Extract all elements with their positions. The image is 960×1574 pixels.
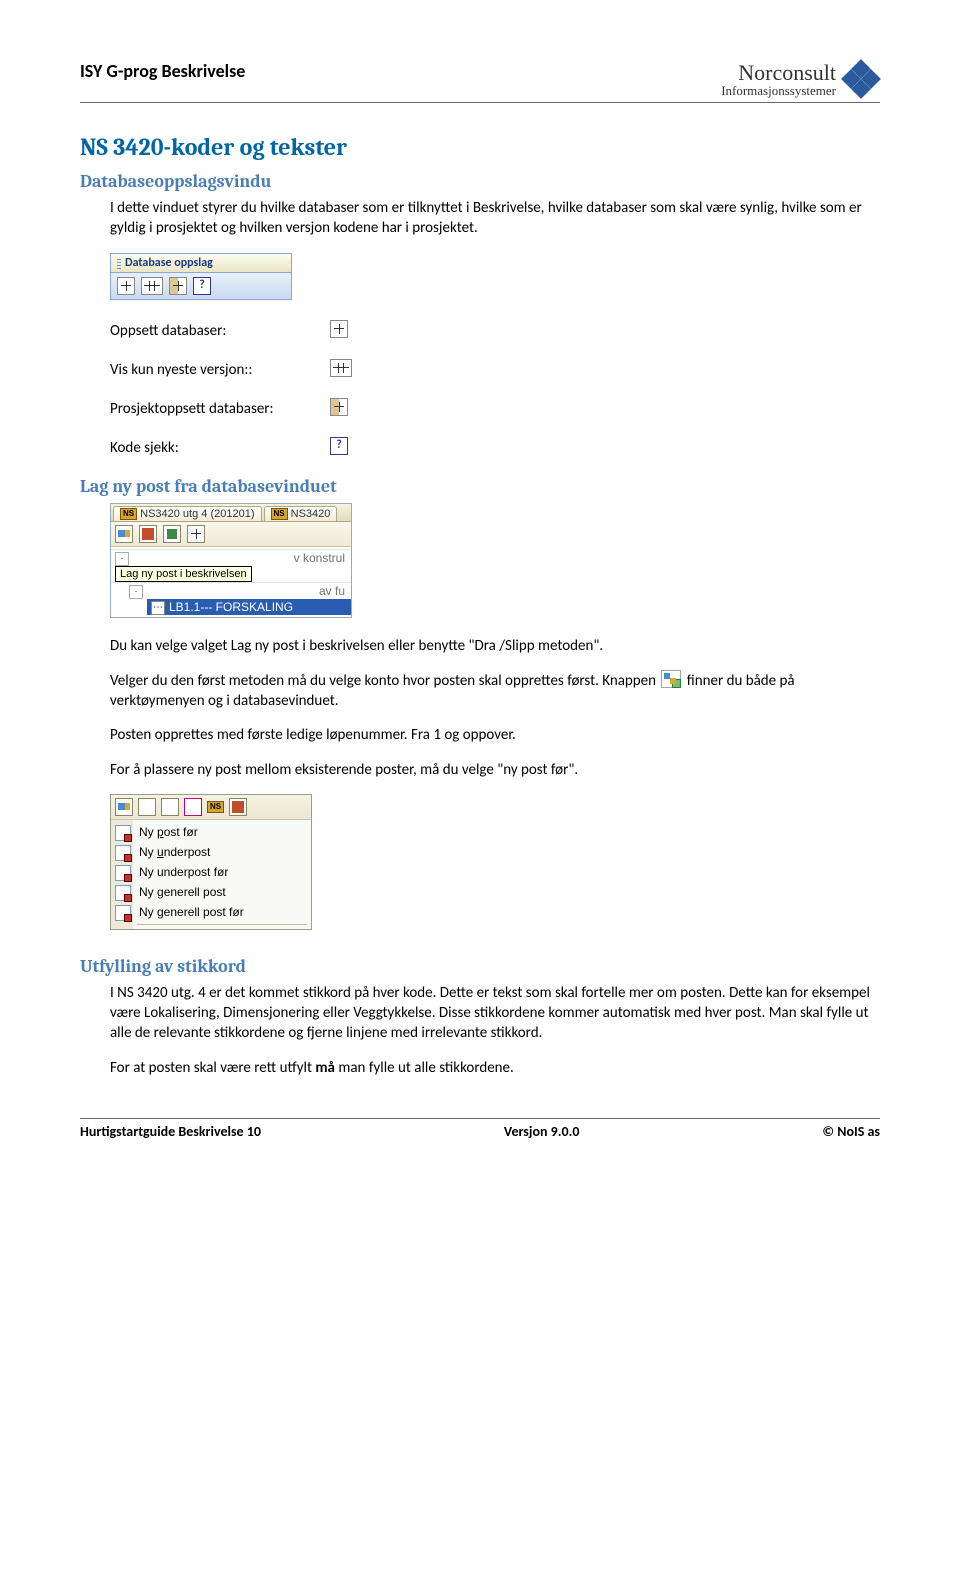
tree-row-text: LB1.1--- FORSKALING [169, 600, 293, 614]
menu-item-label: Ny underpost [139, 845, 210, 859]
menu-item-ny-post-for[interactable]: Ny post før [111, 822, 311, 842]
lag-ny-post-icon [661, 670, 681, 688]
def-oppsett-label: Oppsett databaser: [110, 322, 330, 340]
text-fragment: man fylle ut alle stikkordene. [338, 1059, 513, 1077]
def-vis-label: Vis kun nyeste versjon:: [110, 361, 330, 379]
para-stikkord-1: I NS 3420 utg. 4 er det kommet stikkord … [110, 983, 880, 1044]
lag-ny-post-icon[interactable] [115, 525, 133, 543]
tree-row-text: av fu [319, 584, 345, 598]
ny-post-context-menu: NS Ny post før Ny underpost Ny underpost… [110, 794, 312, 930]
prosjektoppsett-icon[interactable] [169, 277, 187, 295]
tab-ns3420-utg4[interactable]: NS NS3420 utg 4 (201201) [113, 506, 262, 521]
ns-badge-icon[interactable]: NS [207, 801, 224, 813]
tree-row-text: v konstrul [294, 551, 345, 565]
menu-item-ny-generell-post-for[interactable]: Ny generell post før [111, 902, 311, 922]
page-footer: Hurtigstartguide Beskrivelse 10 Versjon … [80, 1118, 880, 1140]
kodesjekk-icon[interactable]: ? [193, 277, 211, 295]
menu-item-ny-underpost[interactable]: Ny underpost [111, 842, 311, 862]
ns-badge-icon: NS [271, 508, 288, 520]
oppsett-databaser-icon[interactable] [117, 277, 135, 295]
para-lag-ny-post-3: Posten opprettes med første ledige løpen… [110, 725, 880, 745]
tooltip-row: Lag ny post i beskrivelsen [111, 566, 351, 582]
toolbar-icon[interactable] [139, 525, 157, 543]
menu-separator [137, 924, 307, 925]
menu-toolbar-icon[interactable] [184, 798, 202, 816]
section-heading: NS 3420-koder og tekster [80, 133, 880, 161]
menu-item-ny-generell-post[interactable]: Ny generell post [111, 882, 311, 902]
text-fragment: Velger du den først metoden må du velge … [110, 672, 659, 690]
subsection-lag-ny-post: Lag ny post fra databasevinduet [80, 476, 880, 497]
toolbar-icon[interactable] [187, 525, 205, 543]
vis-nyeste-versjon-icon[interactable] [141, 277, 163, 295]
subsection-utfylling-stikkord: Utfylling av stikkord [80, 956, 880, 977]
definition-list: Oppsett databaser: Vis kun nyeste versjo… [110, 320, 880, 460]
para-lag-ny-post-2: Velger du den først metoden må du velge … [110, 670, 880, 712]
menu-item-icon [115, 845, 131, 861]
para-intro: I dette vinduet styrer du hvilke databas… [110, 198, 880, 239]
menu-toolbar-icon[interactable] [115, 798, 133, 816]
toolbar-icon[interactable] [163, 525, 181, 543]
collapse-icon[interactable] [115, 552, 129, 566]
database-oppslag-toolbar: Database oppslag ? [110, 253, 292, 300]
footer-right: © NoIS as [822, 1123, 880, 1140]
tab-ns3420[interactable]: NS NS3420 [264, 506, 338, 521]
logo: Norconsult Informasjonssystemer [721, 60, 880, 98]
text-bold-ma: må [315, 1059, 335, 1077]
footer-center: Versjon 9.0.0 [504, 1123, 580, 1140]
logo-company-name: Norconsult [721, 62, 836, 84]
footer-left: Hurtigstartguide Beskrivelse 10 [80, 1123, 261, 1140]
tab-label: NS3420 utg 4 (201201) [140, 508, 254, 520]
tab-label: NS3420 [291, 508, 331, 520]
expand-icon[interactable] [151, 601, 165, 615]
logo-company-sub: Informasjonssystemer [721, 84, 836, 97]
def-kode-label: Kode sjekk: [110, 439, 330, 457]
para-stikkord-2: For at posten skal være rett utfylt må m… [110, 1058, 880, 1078]
menu-item-icon [115, 865, 131, 881]
menu-item-icon [115, 905, 131, 921]
menu-item-label: Ny underpost før [139, 865, 228, 879]
page-header: ISY G-prog Beskrivelse Norconsult Inform… [80, 60, 880, 103]
document-title: ISY G-prog Beskrivelse [80, 60, 245, 82]
menu-toolbar-icon[interactable] [229, 798, 247, 816]
vis-nyeste-versjon-icon [330, 359, 352, 377]
tooltip-lag-ny-post: Lag ny post i beskrivelsen [115, 566, 252, 582]
oppsett-databaser-icon [330, 320, 348, 338]
para-lag-ny-post-4: For å plassere ny post mellom eksisteren… [110, 760, 880, 780]
menu-item-icon [115, 885, 131, 901]
ns-badge-icon: NS [120, 508, 137, 520]
menu-item-icon [115, 825, 131, 841]
prosjektoppsett-icon [330, 398, 348, 416]
menu-item-label: Ny post før [139, 825, 198, 839]
menu-item-label: Ny generell post [139, 885, 226, 899]
logo-icon [842, 60, 880, 98]
tree-row[interactable]: v konstrul [111, 549, 351, 566]
collapse-icon[interactable] [129, 585, 143, 599]
toolbar-title: Database oppslag [111, 254, 291, 273]
menu-toolbar-icon[interactable] [161, 798, 179, 816]
para-lag-ny-post-1: Du kan velge valget Lag ny post i beskri… [110, 636, 880, 656]
menu-toolbar-icon[interactable] [138, 798, 156, 816]
tree-row-selected[interactable]: LB1.1--- FORSKALING [147, 599, 351, 615]
subsection-databaseoppslagsvindu: Databaseoppslagsvindu [80, 171, 880, 192]
def-prosjekt-label: Prosjektoppsett databaser: [110, 400, 330, 418]
kodesjekk-icon: ? [330, 437, 348, 455]
menu-item-label: Ny generell post før [139, 905, 244, 919]
menu-item-ny-underpost-for[interactable]: Ny underpost før [111, 862, 311, 882]
database-window-screenshot: NS NS3420 utg 4 (201201) NS NS3420 v kon… [110, 503, 352, 618]
tree-row[interactable]: av fu [111, 582, 351, 599]
text-fragment: For at posten skal være rett utfylt [110, 1059, 315, 1077]
